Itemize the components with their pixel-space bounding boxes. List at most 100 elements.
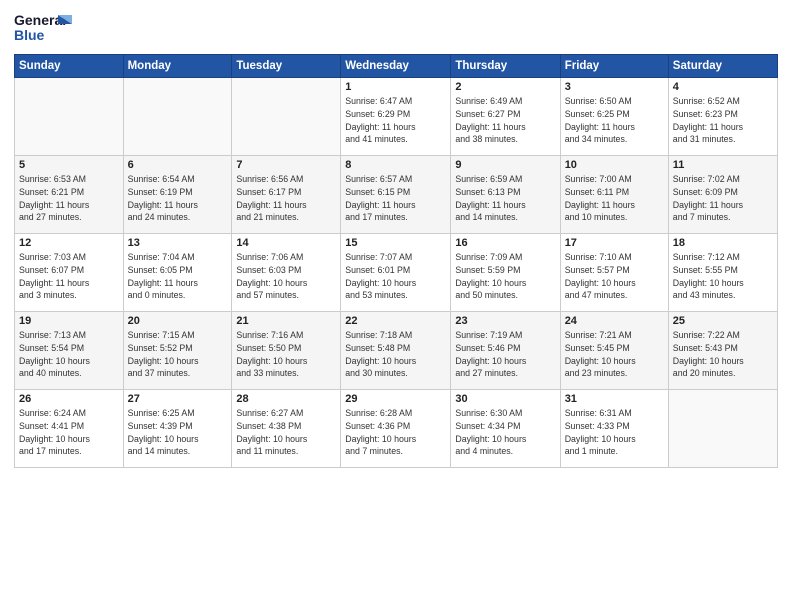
calendar-cell: 29Sunrise: 6:28 AM Sunset: 4:36 PM Dayli… bbox=[341, 390, 451, 468]
day-info: Sunrise: 7:10 AM Sunset: 5:57 PM Dayligh… bbox=[565, 251, 664, 302]
day-info: Sunrise: 6:54 AM Sunset: 6:19 PM Dayligh… bbox=[128, 173, 228, 224]
week-row-1: 1Sunrise: 6:47 AM Sunset: 6:29 PM Daylig… bbox=[15, 78, 778, 156]
day-number: 14 bbox=[236, 237, 336, 249]
day-number: 3 bbox=[565, 81, 664, 93]
day-number: 15 bbox=[345, 237, 446, 249]
calendar-cell: 12 Sunrise: 7:03 AM Sunset: 6:07 PM Dayli… bbox=[15, 234, 124, 312]
calendar-cell: 22 Sunrise: 7:18 AM Sunset: 5:48 PM Dayli… bbox=[341, 312, 451, 390]
calendar-cell: 15 Sunrise: 7:07 AM Sunset: 6:01 PM Dayli… bbox=[341, 234, 451, 312]
day-info: Sunrise: 6:56 AM Sunset: 6:17 PM Dayligh… bbox=[236, 173, 336, 224]
week-row-5: 26Sunrise: 6:24 AM Sunset: 4:41 PM Dayli… bbox=[15, 390, 778, 468]
calendar-cell: 5 Sunrise: 6:53 AM Sunset: 6:21 PM Daylig… bbox=[15, 156, 124, 234]
svg-text:Blue: Blue bbox=[14, 27, 45, 43]
calendar-cell: 14 Sunrise: 7:06 AM Sunset: 6:03 PM Dayli… bbox=[232, 234, 341, 312]
calendar-cell: 27 Sunrise: 6:25 AM Sunset: 4:39 PM Dayli… bbox=[123, 390, 232, 468]
calendar-cell: 8 Sunrise: 6:57 AM Sunset: 6:15 PM Daylig… bbox=[341, 156, 451, 234]
day-info: Sunrise: 7:12 AM Sunset: 5:55 PM Dayligh… bbox=[673, 251, 773, 302]
calendar-cell: 30 Sunrise: 6:30 AM Sunset: 4:34 PM Dayli… bbox=[451, 390, 560, 468]
day-number: 12 bbox=[19, 237, 119, 249]
day-info: Sunrise: 6:53 AM Sunset: 6:21 PM Dayligh… bbox=[19, 173, 119, 224]
day-info: Sunrise: 7:16 AM Sunset: 5:50 PM Dayligh… bbox=[236, 329, 336, 380]
day-info: Sunrise: 7:21 AM Sunset: 5:45 PM Dayligh… bbox=[565, 329, 664, 380]
day-info: Sunrise: 7:09 AM Sunset: 5:59 PM Dayligh… bbox=[455, 251, 555, 302]
day-number: 6 bbox=[128, 159, 228, 171]
calendar-cell: 28Sunrise: 6:27 AM Sunset: 4:38 PM Dayli… bbox=[232, 390, 341, 468]
calendar-cell bbox=[232, 78, 341, 156]
day-info: Sunrise: 7:02 AM Sunset: 6:09 PM Dayligh… bbox=[673, 173, 773, 224]
calendar-cell: 4Sunrise: 6:52 AM Sunset: 6:23 PM Daylig… bbox=[668, 78, 777, 156]
day-number: 18 bbox=[673, 237, 773, 249]
day-number: 2 bbox=[455, 81, 555, 93]
calendar-cell: 24Sunrise: 7:21 AM Sunset: 5:45 PM Dayli… bbox=[560, 312, 668, 390]
weekday-header-saturday: Saturday bbox=[668, 55, 777, 78]
day-info: Sunrise: 6:49 AM Sunset: 6:27 PM Dayligh… bbox=[455, 95, 555, 146]
calendar-cell: 26Sunrise: 6:24 AM Sunset: 4:41 PM Dayli… bbox=[15, 390, 124, 468]
day-number: 22 bbox=[345, 315, 446, 327]
header: GeneralBlue bbox=[14, 10, 778, 46]
day-number: 4 bbox=[673, 81, 773, 93]
day-info: Sunrise: 7:07 AM Sunset: 6:01 PM Dayligh… bbox=[345, 251, 446, 302]
calendar-cell: 2 Sunrise: 6:49 AM Sunset: 6:27 PM Daylig… bbox=[451, 78, 560, 156]
day-info: Sunrise: 7:06 AM Sunset: 6:03 PM Dayligh… bbox=[236, 251, 336, 302]
weekday-header-wednesday: Wednesday bbox=[341, 55, 451, 78]
day-info: Sunrise: 7:19 AM Sunset: 5:46 PM Dayligh… bbox=[455, 329, 555, 380]
day-info: Sunrise: 6:25 AM Sunset: 4:39 PM Dayligh… bbox=[128, 407, 228, 458]
day-info: Sunrise: 6:50 AM Sunset: 6:25 PM Dayligh… bbox=[565, 95, 664, 146]
calendar-cell: 3 Sunrise: 6:50 AM Sunset: 6:25 PM Daylig… bbox=[560, 78, 668, 156]
day-info: Sunrise: 6:57 AM Sunset: 6:15 PM Dayligh… bbox=[345, 173, 446, 224]
day-info: Sunrise: 7:03 AM Sunset: 6:07 PM Dayligh… bbox=[19, 251, 119, 302]
weekday-header-monday: Monday bbox=[123, 55, 232, 78]
day-info: Sunrise: 6:59 AM Sunset: 6:13 PM Dayligh… bbox=[455, 173, 555, 224]
weekday-header-row: SundayMondayTuesdayWednesdayThursdayFrid… bbox=[15, 55, 778, 78]
calendar-cell: 6 Sunrise: 6:54 AM Sunset: 6:19 PM Daylig… bbox=[123, 156, 232, 234]
page-container: GeneralBlue SundayMondayTuesdayWednesday… bbox=[0, 0, 792, 478]
day-number: 29 bbox=[345, 393, 446, 405]
calendar-cell: 16Sunrise: 7:09 AM Sunset: 5:59 PM Dayli… bbox=[451, 234, 560, 312]
calendar-cell: 21 Sunrise: 7:16 AM Sunset: 5:50 PM Dayli… bbox=[232, 312, 341, 390]
day-number: 8 bbox=[345, 159, 446, 171]
week-row-4: 19 Sunrise: 7:13 AM Sunset: 5:54 PM Dayli… bbox=[15, 312, 778, 390]
calendar-cell: 17 Sunrise: 7:10 AM Sunset: 5:57 PM Dayli… bbox=[560, 234, 668, 312]
day-info: Sunrise: 7:00 AM Sunset: 6:11 PM Dayligh… bbox=[565, 173, 664, 224]
calendar: SundayMondayTuesdayWednesdayThursdayFrid… bbox=[14, 54, 778, 468]
logo-svg: GeneralBlue bbox=[14, 10, 74, 46]
calendar-cell: 1Sunrise: 6:47 AM Sunset: 6:29 PM Daylig… bbox=[341, 78, 451, 156]
day-info: Sunrise: 7:04 AM Sunset: 6:05 PM Dayligh… bbox=[128, 251, 228, 302]
day-number: 1 bbox=[345, 81, 446, 93]
weekday-header-friday: Friday bbox=[560, 55, 668, 78]
day-number: 13 bbox=[128, 237, 228, 249]
logo: GeneralBlue bbox=[14, 10, 74, 46]
day-number: 27 bbox=[128, 393, 228, 405]
day-number: 30 bbox=[455, 393, 555, 405]
calendar-cell: 18 Sunrise: 7:12 AM Sunset: 5:55 PM Dayli… bbox=[668, 234, 777, 312]
calendar-cell: 10Sunrise: 7:00 AM Sunset: 6:11 PM Dayli… bbox=[560, 156, 668, 234]
weekday-header-sunday: Sunday bbox=[15, 55, 124, 78]
calendar-cell: 9Sunrise: 6:59 AM Sunset: 6:13 PM Daylig… bbox=[451, 156, 560, 234]
calendar-cell: 7 Sunrise: 6:56 AM Sunset: 6:17 PM Daylig… bbox=[232, 156, 341, 234]
week-row-3: 12 Sunrise: 7:03 AM Sunset: 6:07 PM Dayli… bbox=[15, 234, 778, 312]
day-info: Sunrise: 7:18 AM Sunset: 5:48 PM Dayligh… bbox=[345, 329, 446, 380]
calendar-cell: 19 Sunrise: 7:13 AM Sunset: 5:54 PM Dayli… bbox=[15, 312, 124, 390]
day-number: 21 bbox=[236, 315, 336, 327]
day-number: 11 bbox=[673, 159, 773, 171]
day-number: 19 bbox=[19, 315, 119, 327]
day-info: Sunrise: 6:30 AM Sunset: 4:34 PM Dayligh… bbox=[455, 407, 555, 458]
weekday-header-tuesday: Tuesday bbox=[232, 55, 341, 78]
day-number: 31 bbox=[565, 393, 664, 405]
day-info: Sunrise: 6:31 AM Sunset: 4:33 PM Dayligh… bbox=[565, 407, 664, 458]
day-number: 20 bbox=[128, 315, 228, 327]
day-number: 7 bbox=[236, 159, 336, 171]
calendar-cell: 23 Sunrise: 7:19 AM Sunset: 5:46 PM Dayli… bbox=[451, 312, 560, 390]
day-number: 23 bbox=[455, 315, 555, 327]
weekday-header-thursday: Thursday bbox=[451, 55, 560, 78]
calendar-cell: 20 Sunrise: 7:15 AM Sunset: 5:52 PM Dayli… bbox=[123, 312, 232, 390]
day-number: 17 bbox=[565, 237, 664, 249]
day-info: Sunrise: 7:15 AM Sunset: 5:52 PM Dayligh… bbox=[128, 329, 228, 380]
calendar-cell bbox=[123, 78, 232, 156]
day-info: Sunrise: 6:24 AM Sunset: 4:41 PM Dayligh… bbox=[19, 407, 119, 458]
day-number: 5 bbox=[19, 159, 119, 171]
day-number: 28 bbox=[236, 393, 336, 405]
day-info: Sunrise: 7:13 AM Sunset: 5:54 PM Dayligh… bbox=[19, 329, 119, 380]
day-info: Sunrise: 7:22 AM Sunset: 5:43 PM Dayligh… bbox=[673, 329, 773, 380]
calendar-cell: 31 Sunrise: 6:31 AM Sunset: 4:33 PM Dayli… bbox=[560, 390, 668, 468]
